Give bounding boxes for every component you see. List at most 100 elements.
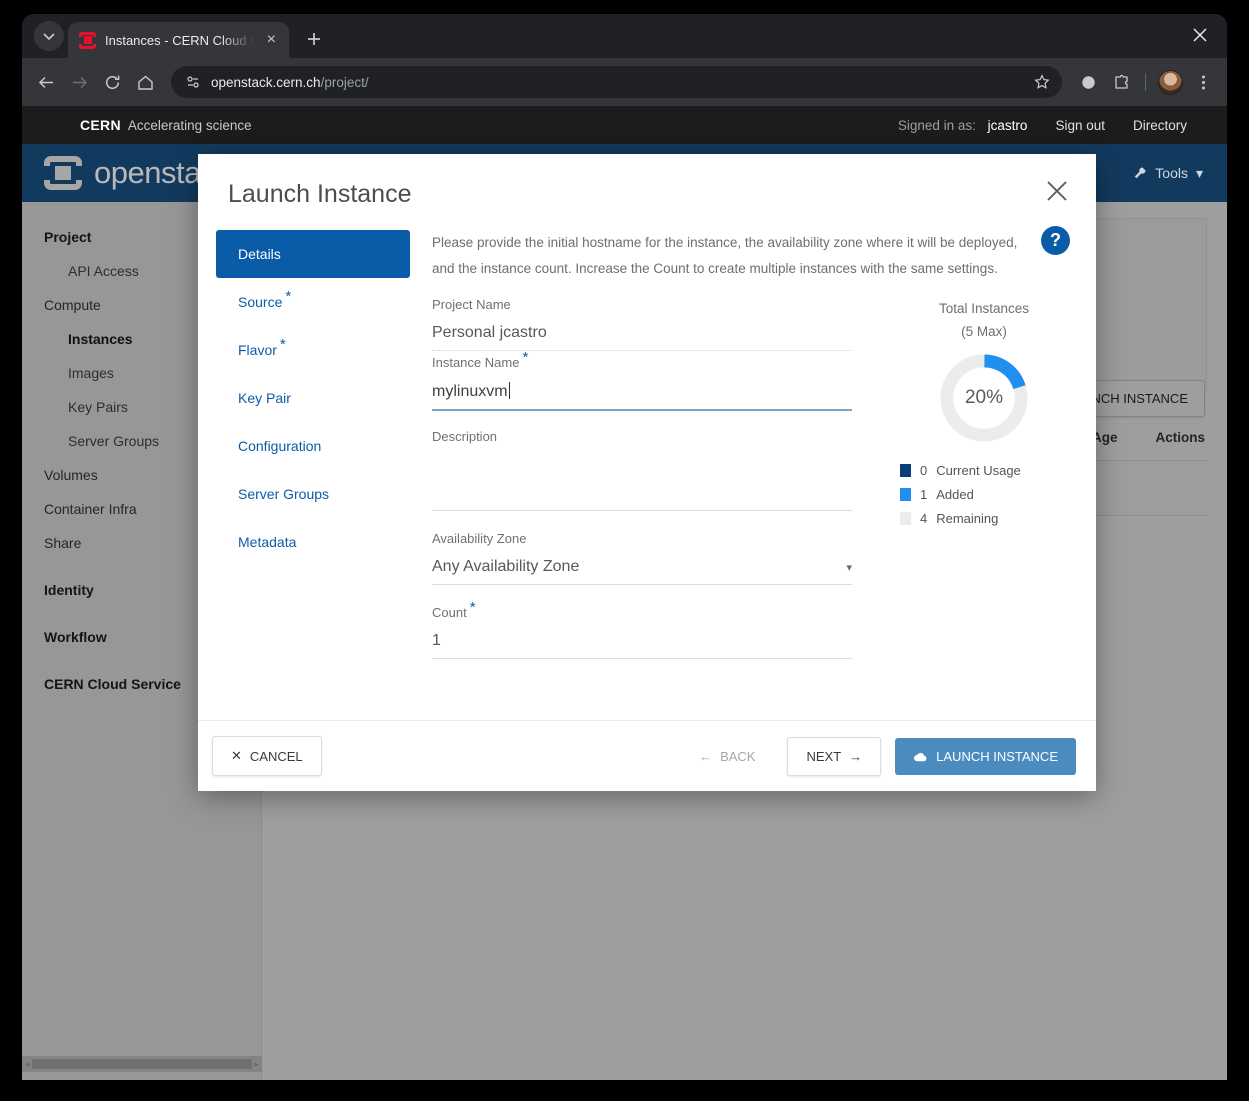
legend-item-remaining: 4 Remaining — [900, 511, 1076, 526]
back-arrow-icon: ← — [699, 749, 712, 764]
legend-swatch — [900, 464, 911, 477]
launch-instance-button[interactable]: LAUNCH INSTANCE — [895, 738, 1076, 775]
forward-button[interactable] — [64, 67, 94, 97]
next-button-label: NEXT — [806, 749, 841, 764]
home-icon — [137, 74, 154, 91]
field-count: Count* 1 — [432, 589, 852, 659]
url-path: /project/ — [321, 75, 369, 90]
cancel-button[interactable]: ✕ CANCEL — [212, 736, 322, 776]
chevron-down-icon: ▾ — [1196, 165, 1203, 182]
page-settings-icon — [185, 74, 201, 90]
tab-flavor[interactable]: Flavor* — [216, 326, 418, 374]
tab-details-label: Details — [238, 246, 281, 262]
tab-metadata[interactable]: Metadata — [216, 518, 418, 566]
circle-icon[interactable] — [1073, 67, 1103, 97]
bookmark-star-icon[interactable] — [1028, 68, 1056, 96]
browser-toolbar: openstack.cern.ch/project/ — [22, 58, 1227, 106]
new-tab-button[interactable] — [300, 25, 328, 53]
instance-name-input[interactable]: mylinuxvm — [432, 376, 852, 411]
sign-out-link[interactable]: Sign out — [1055, 118, 1105, 133]
legend-value: 1 — [920, 487, 927, 502]
availability-zone-label: Availability Zone — [432, 515, 852, 552]
next-button[interactable]: NEXT → — [787, 737, 881, 776]
tab-configuration[interactable]: Configuration — [216, 422, 418, 470]
quota-chart: Total Instances (5 Max) 20% — [852, 297, 1076, 663]
url-text: openstack.cern.ch/project/ — [211, 75, 1018, 90]
browser-tab[interactable]: Instances - CERN Cloud I × — [68, 22, 289, 58]
tab-server-groups[interactable]: Server Groups — [216, 470, 418, 518]
profile-avatar[interactable] — [1155, 67, 1185, 97]
scroll-left-arrow-icon[interactable]: ◂ — [25, 1059, 30, 1070]
back-button[interactable] — [31, 67, 61, 97]
back-button[interactable]: ← BACK — [681, 738, 773, 775]
instance-name-value: mylinuxvm — [432, 383, 508, 400]
tab-flavor-label: Flavor — [238, 342, 277, 358]
window-close-button[interactable] — [1185, 20, 1215, 50]
tab-details[interactable]: Details — [216, 230, 410, 278]
home-button[interactable] — [130, 67, 160, 97]
description-input[interactable] — [432, 450, 852, 511]
required-marker: * — [522, 349, 528, 366]
text-caret — [509, 382, 510, 399]
description-label: Description — [432, 415, 852, 450]
cloud-icon — [913, 751, 928, 762]
help-question-icon[interactable]: ? — [1041, 226, 1070, 255]
plus-icon — [307, 32, 321, 46]
chevron-down-icon — [43, 30, 55, 42]
close-icon[interactable] — [1040, 174, 1074, 208]
signed-in-label: Signed in as: — [898, 118, 976, 133]
reload-button[interactable] — [97, 67, 127, 97]
tools-dropdown[interactable]: Tools ▾ — [1133, 165, 1203, 182]
legend-label: Current Usage — [936, 463, 1021, 478]
close-icon — [1193, 28, 1207, 42]
dialog-title: Launch Instance — [228, 180, 1070, 209]
chart-subtitle: (5 Max) — [892, 324, 1076, 339]
availability-zone-value: Any Availability Zone — [432, 558, 579, 576]
address-bar[interactable]: openstack.cern.ch/project/ — [171, 66, 1062, 98]
toolbar-divider — [1145, 73, 1146, 91]
tab-close-icon[interactable]: × — [263, 32, 280, 49]
back-button-label: BACK — [720, 749, 755, 764]
details-form: Project Name Personal jcastro Instance N… — [432, 297, 852, 663]
directory-link[interactable]: Directory — [1133, 118, 1187, 133]
legend-swatch — [900, 488, 911, 501]
legend-value: 4 — [920, 511, 927, 526]
reload-icon — [104, 74, 121, 91]
launch-instance-dialog: Launch Instance ? Details Source* Flavor… — [198, 154, 1096, 791]
tab-key-pair[interactable]: Key Pair — [216, 374, 418, 422]
three-dot-menu-icon[interactable] — [1188, 67, 1218, 97]
url-domain: openstack.cern.ch — [211, 75, 321, 90]
tab-search-button[interactable] — [34, 21, 64, 51]
wrench-icon — [1133, 166, 1147, 180]
chart-title: Total Instances — [892, 301, 1076, 316]
extensions-puzzle-icon[interactable] — [1106, 67, 1136, 97]
count-label-text: Count — [432, 605, 467, 620]
cern-top-bar: CERN Accelerating science Signed in as: … — [22, 106, 1227, 144]
cern-openstack-favicon-icon — [79, 32, 96, 49]
dialog-header: Launch Instance — [198, 154, 1096, 216]
signed-in-username: jcastro — [988, 118, 1028, 133]
project-name-label: Project Name — [432, 297, 852, 318]
tab-strip: Instances - CERN Cloud I × — [22, 14, 1227, 58]
tab-source[interactable]: Source* — [216, 278, 418, 326]
scroll-right-arrow-icon[interactable]: ▸ — [254, 1059, 259, 1070]
donut-center-label: 20% — [892, 349, 1076, 447]
field-availability-zone: Availability Zone Any Availability Zone … — [432, 515, 852, 585]
legend-item-current-usage: 0 Current Usage — [900, 463, 1076, 478]
required-marker: * — [280, 336, 286, 353]
required-marker: * — [470, 599, 476, 616]
legend-label: Remaining — [936, 511, 998, 526]
tab-configuration-label: Configuration — [238, 438, 321, 454]
field-instance-name: Instance Name* mylinuxvm — [432, 355, 852, 411]
required-marker: * — [285, 288, 291, 305]
dialog-tab-list: Details Source* Flavor* Key Pair Configu… — [198, 230, 418, 720]
tab-title: Instances - CERN Cloud I — [105, 33, 254, 48]
project-name-value: Personal jcastro — [432, 318, 852, 351]
legend-swatch — [900, 512, 911, 525]
donut-chart: 20% — [892, 349, 1076, 447]
close-x-icon: ✕ — [231, 748, 242, 764]
dialog-body: ? Details Source* Flavor* Key Pair Confi… — [198, 216, 1096, 720]
tab-server-groups-label: Server Groups — [238, 486, 329, 502]
availability-zone-select[interactable]: Any Availability Zone ▾ — [432, 552, 852, 585]
count-input[interactable]: 1 — [432, 626, 852, 659]
